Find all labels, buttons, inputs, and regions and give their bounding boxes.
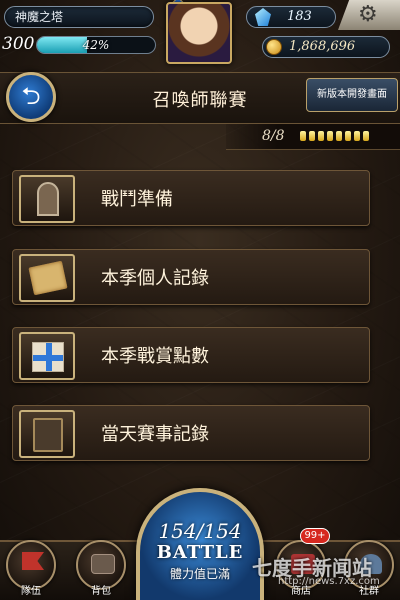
flag-icon (22, 552, 44, 570)
game-name-label: 神魔之塔 (4, 6, 154, 28)
exp-percent: 42% (82, 38, 110, 52)
bag-icon (91, 554, 115, 574)
scroll-icon (28, 260, 68, 296)
exp-bar: 42% (36, 36, 156, 54)
progress-pip (318, 131, 324, 141)
progress-pip (363, 131, 369, 141)
menu-item-battle-prep[interactable]: 戰鬥準備 (12, 170, 370, 226)
progress-pip (309, 131, 315, 141)
top-hud: 神魔之塔 300 42% 183 1,868,696 ⚙ (0, 0, 400, 64)
menu-item-label: 當天賽事記錄 (101, 424, 209, 445)
bag-label: 背包 (91, 586, 111, 597)
progress-pip (327, 131, 333, 141)
progress-count: 8/8 (262, 128, 285, 144)
menu-item-label: 戰鬥準備 (101, 189, 173, 210)
progress-pip (354, 131, 360, 141)
notification-badge: 99+ (300, 528, 330, 544)
gift-icon (32, 342, 64, 372)
menu-item-label: 本季個人記錄 (101, 268, 209, 289)
gold-count: 1,868,696 (289, 39, 356, 54)
page-title: 召喚師聯賽 (152, 90, 248, 111)
progress-pip (345, 131, 351, 141)
book-icon (33, 418, 63, 452)
progress-pips (300, 131, 369, 141)
menu-item-daily-record[interactable]: 當天賽事記錄 (12, 405, 370, 461)
gem-count: 183 (287, 9, 312, 24)
progress-pip (336, 131, 342, 141)
stamina-count: 154/154 (158, 519, 242, 543)
menu-item-label: 本季戰賞點數 (101, 346, 209, 367)
stamina-status: 體力值已滿 (169, 567, 230, 581)
new-version-button[interactable]: 新版本開發畫面 (306, 78, 398, 112)
progress-pip (300, 131, 306, 141)
coin-icon (266, 39, 282, 55)
player-avatar[interactable] (166, 2, 232, 64)
menu-item-season-points[interactable]: 本季戰賞點數 (12, 327, 370, 383)
menu-icon-frame (19, 175, 75, 223)
player-level: 300 (2, 34, 35, 54)
gear-icon[interactable]: ⚙ (358, 2, 378, 28)
door-icon (37, 182, 59, 216)
watermark-url: http://news.7xz.com (278, 576, 380, 587)
menu-icon-frame (19, 332, 75, 380)
menu-icon-frame (19, 410, 75, 458)
back-button[interactable]: ⮌ (6, 72, 56, 122)
battle-label: BATTLE (156, 542, 244, 563)
menu-icon-frame (19, 254, 75, 302)
menu-item-season-record[interactable]: 本季個人記錄 (12, 249, 370, 305)
team-label: 隊伍 (21, 586, 41, 597)
back-arrow-icon: ⮌ (21, 82, 41, 110)
game-screen: 神魔之塔 300 42% 183 1,868,696 ⚙ ⮌ 召喚師聯賽 新版本… (0, 0, 400, 600)
